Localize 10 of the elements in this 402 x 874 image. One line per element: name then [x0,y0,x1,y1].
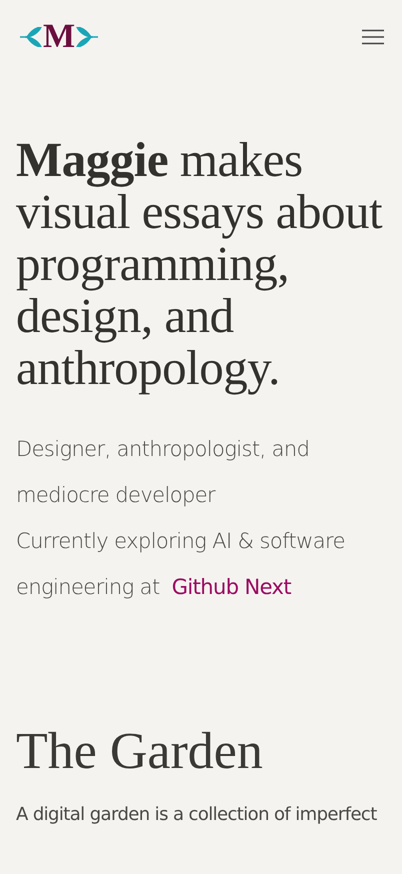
current-text: Currently exploring AI & software engineering at Github Next [16,528,346,601]
intro-text: Designer, anthropologist, and mediocre developer [16,436,310,509]
logo-letter[interactable]: M [43,20,76,54]
leaf-icon [76,27,98,47]
headline: Maggie makes visual essays about programming, design, and anthropology. [16,134,384,394]
github-next-link[interactable]: Github Next [172,575,292,599]
section-description: A digital garden is a collection of imperfect [16,803,378,827]
leaf-icon [20,27,42,47]
menu-icon[interactable] [362,29,384,45]
section-title: The Garden [16,722,264,782]
